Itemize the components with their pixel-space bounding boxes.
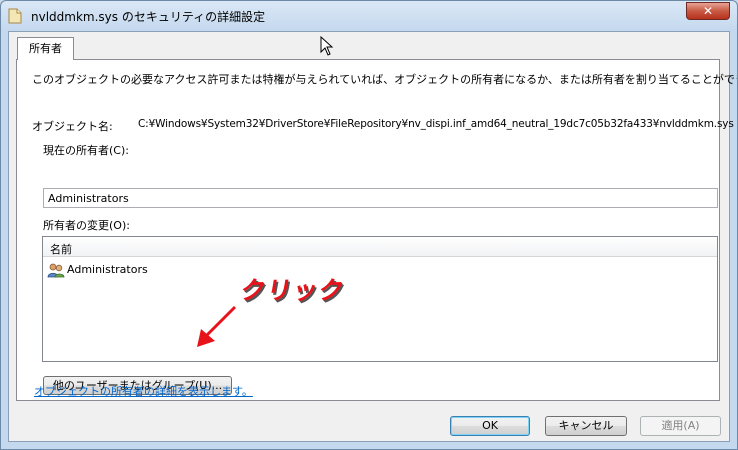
owner-candidates-list[interactable]: 名前 Administrators [42,236,718,362]
current-owner-value: Administrators [48,192,129,205]
title-bar[interactable]: nvlddmkm.sys のセキュリティの詳細設定 ✕ [1,1,737,31]
apply-button[interactable]: 適用(A) [640,416,721,436]
cancel-button[interactable]: キャンセル [545,416,627,436]
mouse-cursor-icon [320,36,334,56]
object-name-value: C:¥Windows¥System32¥DriverStore¥FileRepo… [138,118,734,130]
owner-details-link[interactable]: オブジェクトの所有者の詳細を表示します。 [34,383,253,399]
close-icon: ✕ [702,4,714,18]
file-icon [8,8,22,24]
list-item-label: Administrators [67,263,148,276]
user-group-icon [47,263,65,278]
close-button[interactable]: ✕ [686,2,730,20]
tab-owner[interactable]: 所有者 [17,37,74,60]
object-name-label: オブジェクト名: [32,120,113,133]
change-owner-label: 所有者の変更(O): [43,219,130,232]
owner-tab-panel: このオブジェクトの必要なアクセス許可または特権が与えられていれば、オブジェクトの… [16,59,737,401]
description-text: このオブジェクトの必要なアクセス許可または特権が与えられていれば、オブジェクトの… [32,73,738,86]
click-annotation: クリック [238,276,348,305]
arrow-icon [197,305,237,347]
window-title: nvlddmkm.sys のセキュリティの詳細設定 [31,10,266,24]
security-advanced-window: nvlddmkm.sys のセキュリティの詳細設定 ✕ 所有者 このオブジェクト… [0,0,738,450]
current-owner-label: 現在の所有者(C): [43,144,129,157]
column-header-label: 名前 [50,243,72,256]
current-owner-field: Administrators [43,188,718,208]
column-header-name[interactable]: 名前 [43,237,717,257]
dialog-client: 所有者 このオブジェクトの必要なアクセス許可または特権が与えられていれば、オブジ… [8,31,737,442]
ok-button[interactable]: OK [450,416,530,436]
